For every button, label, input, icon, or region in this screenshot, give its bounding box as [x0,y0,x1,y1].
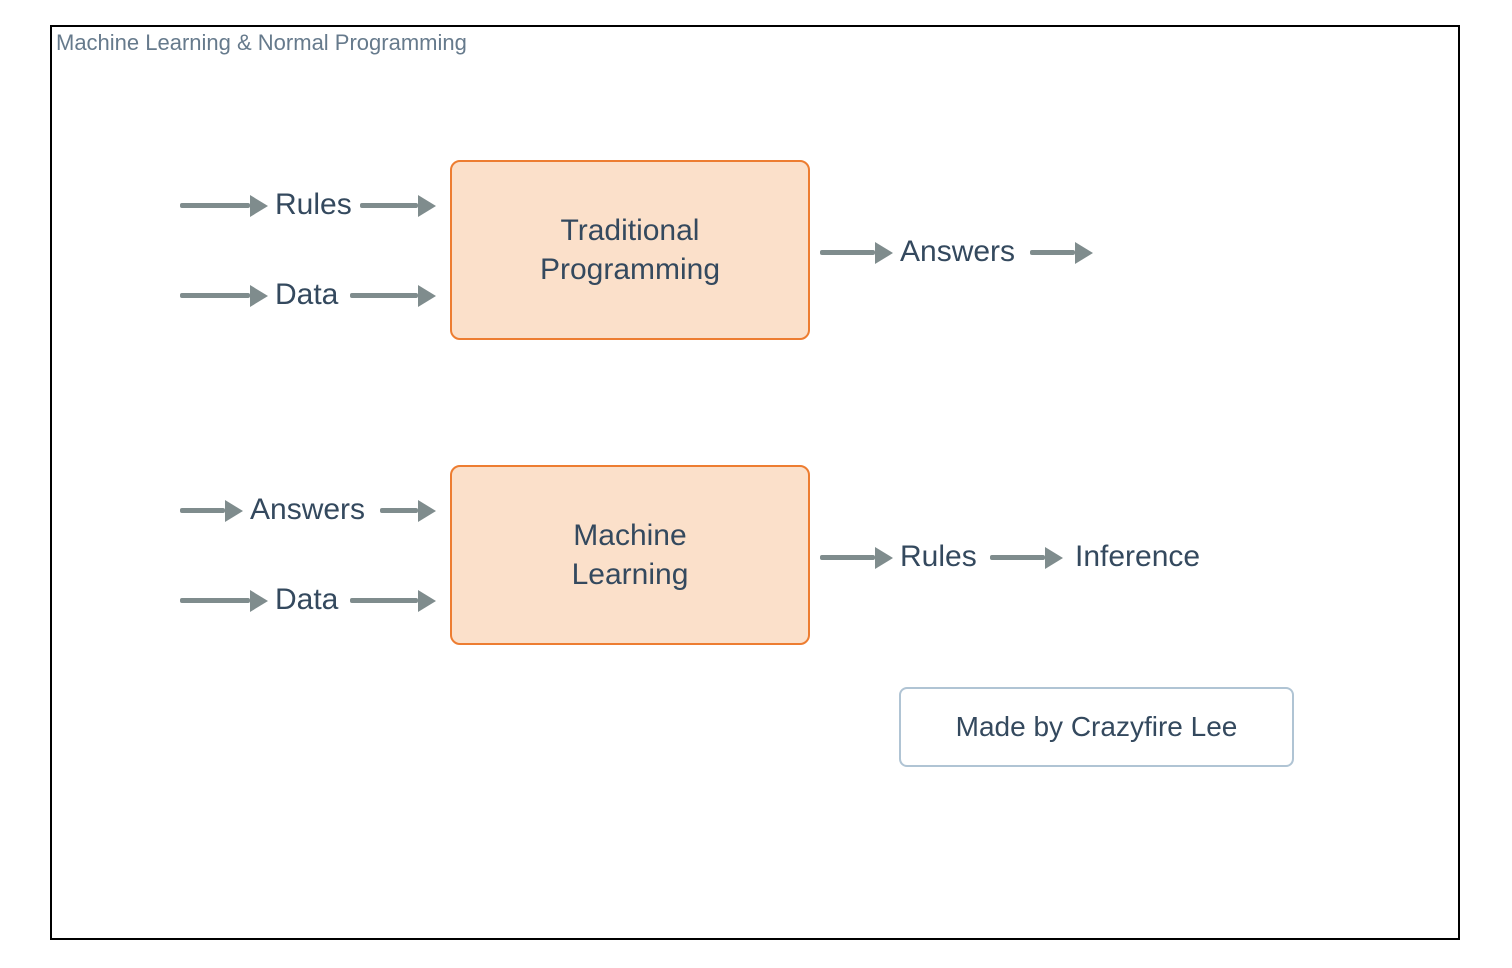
arrow-head-icon [418,195,436,217]
ml-output1-label: Rules [900,540,977,574]
arrow-line-icon [380,508,418,513]
ml-box-label: Machine Learning [572,516,689,594]
arrow-head-icon [250,285,268,307]
arrow-line-icon [180,203,250,208]
diagram-area: Rules Data Traditional Programming Answe… [50,70,1460,940]
ml-output2-label: Inference [1075,540,1200,574]
arrow-head-icon [418,285,436,307]
arrow-line-icon [820,555,875,560]
diagram-title: Machine Learning & Normal Programming [52,30,471,56]
arrow-head-icon [875,547,893,569]
arrow-line-icon [1030,250,1075,255]
arrow-head-icon [250,590,268,612]
traditional-input2-label: Data [275,278,338,312]
arrow-line-icon [350,598,418,603]
credit-label: Made by Crazyfire Lee [956,711,1238,743]
arrow-head-icon [1045,547,1063,569]
ml-input2-label: Data [275,583,338,617]
arrow-line-icon [180,508,225,513]
traditional-box-label: Traditional Programming [540,211,720,289]
arrow-head-icon [250,195,268,217]
arrow-line-icon [360,203,418,208]
arrow-line-icon [820,250,875,255]
arrow-head-icon [1075,242,1093,264]
ml-input1-label: Answers [250,493,365,527]
traditional-programming-box: Traditional Programming [450,160,810,340]
arrow-head-icon [225,500,243,522]
arrow-head-icon [418,590,436,612]
arrow-line-icon [180,598,250,603]
credit-box: Made by Crazyfire Lee [899,687,1294,767]
arrow-head-icon [418,500,436,522]
traditional-output1-label: Answers [900,235,1015,269]
machine-learning-box: Machine Learning [450,465,810,645]
arrow-head-icon [875,242,893,264]
arrow-line-icon [180,293,250,298]
arrow-line-icon [990,555,1045,560]
traditional-input1-label: Rules [275,188,352,222]
arrow-line-icon [350,293,418,298]
